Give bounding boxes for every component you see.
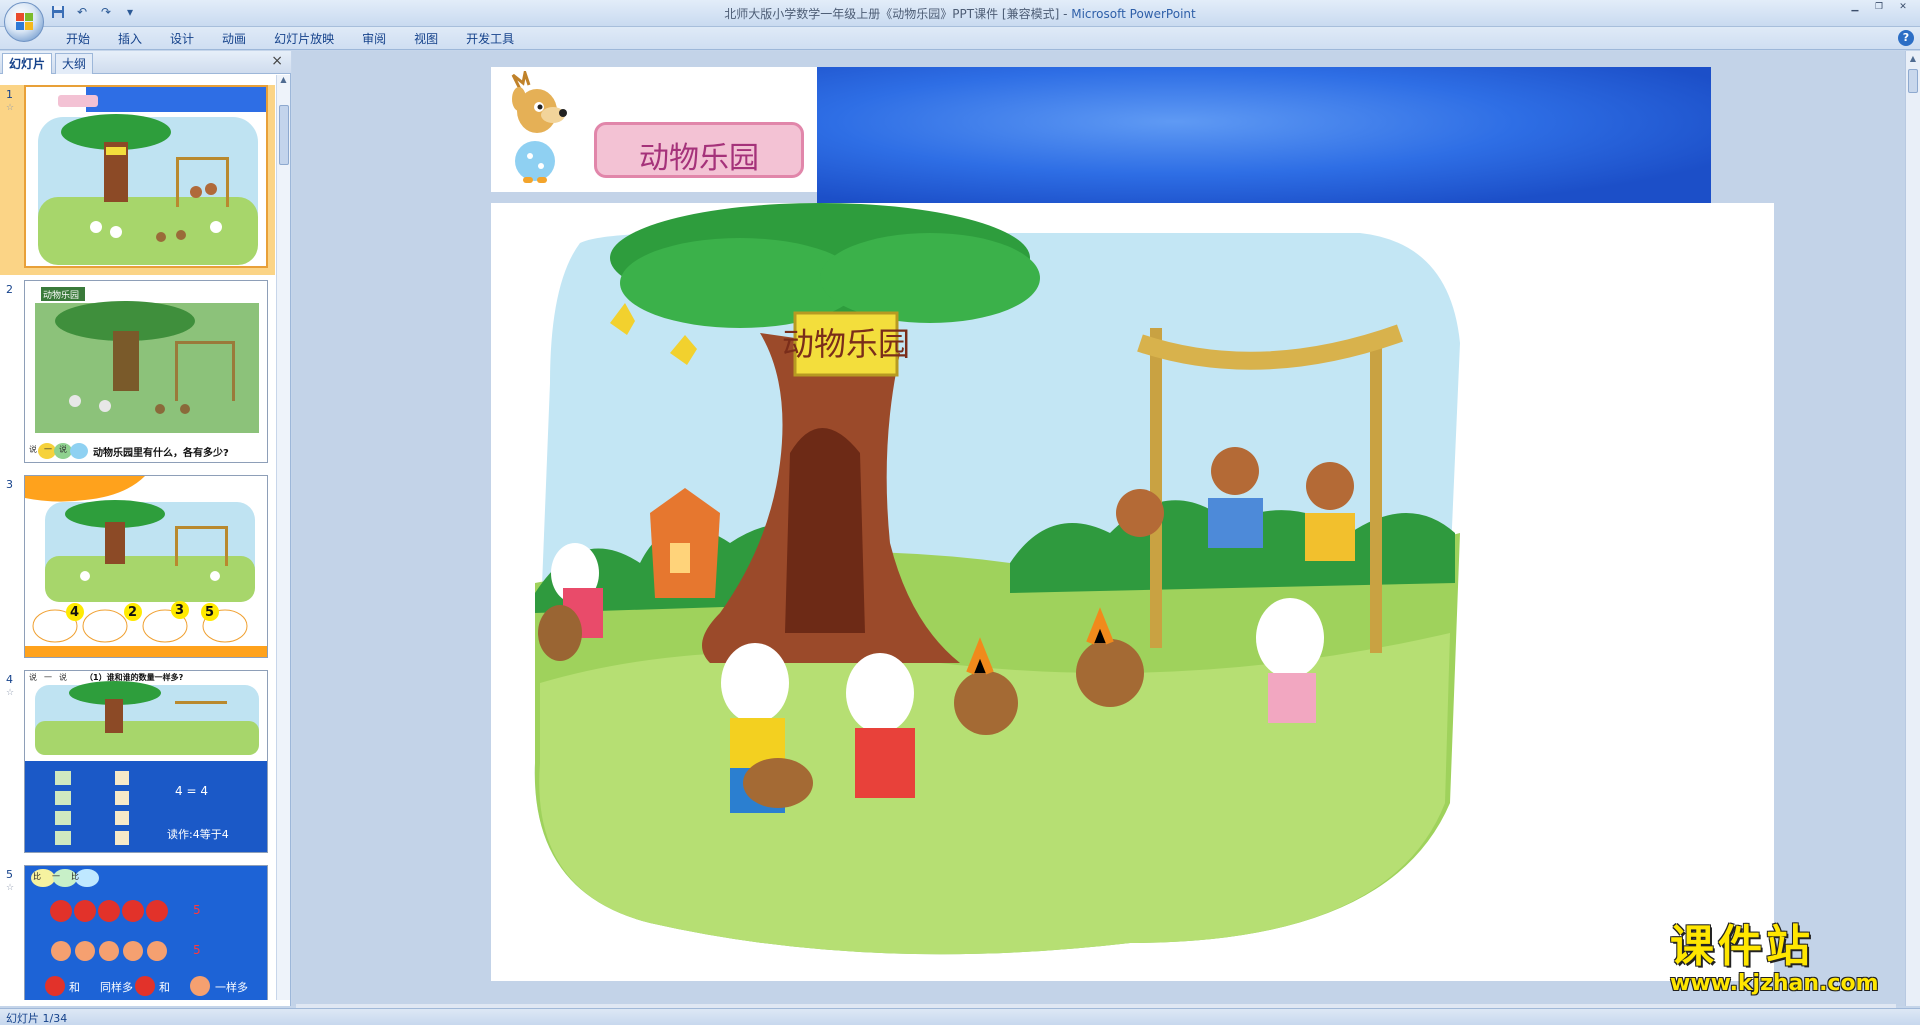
count-monkeys: 3 [175,603,185,618]
thumbnail-badge: 比 一 比 [33,871,79,882]
tab-view[interactable]: 视图 [400,30,452,48]
title-bar: ↶ ↷ ▾ 北师大版小学数学一年级上册《动物乐园》PPT课件 [兼容模式] - … [0,0,1920,27]
count-peaches: 5 [193,943,201,957]
tab-slides[interactable]: 幻灯片 [2,53,53,74]
scroll-up-icon[interactable]: ▲ [1906,51,1920,67]
minimize-icon[interactable]: ▁ [1844,1,1866,13]
slide-title-tag: 动物乐园 [594,122,804,178]
count-carrots: 5 [205,605,215,620]
badge-char: 比 [71,872,79,881]
scroll-up-icon[interactable]: ▲ [277,75,290,89]
help-icon[interactable]: ? [1898,30,1914,46]
watermark: 课件站 www.kjzhan.com [1670,922,1906,1002]
thumbnail-caption: （1）谁和谁的数量一样多? [85,673,184,682]
count-rabbits: 4 [70,605,80,620]
thumbnail-image: （1）谁和谁的数量一样多? 说 一 说 4 = 4 读作:4等于4 [24,670,268,853]
count-birds: 2 [128,605,138,620]
slide-counter: 幻灯片 1/34 [6,1012,68,1025]
scroll-thumb[interactable] [279,105,289,165]
compare-text-2: 同样多 [100,981,133,994]
app-name: Microsoft PowerPoint [1071,7,1196,21]
badge-char: 一 [52,872,60,881]
thumbnail-read: 读作:4等于4 [167,828,229,841]
tab-developer[interactable]: 开发工具 [452,30,528,48]
badge-char: 说 [59,673,67,682]
close-panel-icon[interactable]: × [271,53,283,69]
slide-number: 2 [6,283,13,296]
badge-char: 说 [29,673,37,682]
slide-thumbnail-5[interactable]: 5 ☆ 比 一 比 5 5 和 同样多 和 一样多 [0,865,275,1000]
tab-review[interactable]: 审阅 [348,30,400,48]
slide-thumbnail-3[interactable]: 3 4 2 3 5 [0,475,275,665]
slide-thumbnail-1[interactable]: 1 ☆ [0,85,275,275]
slides-panel: 幻灯片 大纲 × 1 ☆ 2 动物乐园 说 一 说 动物乐园里有什么，各有多少?… [0,51,291,1006]
tab-home[interactable]: 开始 [52,30,104,48]
close-window-icon[interactable]: ✕ [1892,1,1914,13]
badge-char: 一 [44,673,52,682]
window-title: 北师大版小学数学一年级上册《动物乐园》PPT课件 [兼容模式] - Micros… [0,5,1920,22]
vertical-scrollbar[interactable]: ▲ [1905,51,1920,1006]
thumbnail-image: 动物乐园 说 一 说 动物乐园里有什么，各有多少? [24,280,268,463]
panel-tabs: 幻灯片 大纲 × [0,51,291,74]
zoo-scene-illustration: 动物乐园 [490,203,1575,955]
ribbon-tab-bar: 开始 插入 设计 动画 幻灯片放映 审阅 视图 开发工具 ? [0,27,1920,50]
compare-text-4: 一样多 [215,981,248,994]
thumbnail-badge: 说 一 说 [29,444,67,455]
slide-header: 动物乐园 [491,67,817,192]
animation-star-icon: ☆ [6,688,15,698]
slide-number: 5 [6,868,13,881]
thumbnail-tag: 动物乐园 [43,291,80,301]
tab-outline[interactable]: 大纲 [55,53,94,74]
slide-number: 3 [6,478,13,491]
slide-number: 4 [6,673,13,686]
restore-icon[interactable]: ❐ [1868,1,1890,13]
scroll-thumb[interactable] [1908,69,1918,93]
thumbnail-caption: 动物乐园里有什么，各有多少? [93,448,229,459]
office-logo-icon [16,13,34,31]
slide-blue-banner [817,67,1711,204]
document-title: 北师大版小学数学一年级上册《动物乐园》PPT课件 [兼容模式] - [724,7,1072,21]
slide-title: 动物乐园 [639,141,759,176]
ribbon-tabs: 开始 插入 设计 动画 幻灯片放映 审阅 视图 开发工具 [52,30,528,48]
watermark-url: www.kjzhan.com [1670,971,1879,996]
tab-insert[interactable]: 插入 [104,30,156,48]
animation-star-icon: ☆ [6,883,15,893]
slide-thumbnails: 1 ☆ 2 动物乐园 说 一 说 动物乐园里有什么，各有多少? 3 4 2 3 … [0,75,275,1000]
badge-char: 比 [33,872,41,881]
badge-char: 说 [59,445,67,454]
thumbnail-image: 比 一 比 5 5 和 同样多 和 一样多 [24,865,268,1000]
badge-char: 说 [29,445,37,454]
scene-svg: 动物乐园 [534,203,1460,955]
slide-number: 1 [6,88,13,101]
thumbnail-image [24,85,268,268]
count-apples: 5 [193,903,201,917]
compare-text-3: 和 [159,981,170,994]
tree-sign: 动物乐园 [782,325,910,363]
compare-text-1: 和 [69,981,80,994]
tab-animations[interactable]: 动画 [208,30,260,48]
tab-slideshow[interactable]: 幻灯片放映 [260,30,348,48]
thumbnail-equation: 4 = 4 [175,784,208,798]
window-controls: ▁ ❐ ✕ [1844,1,1914,13]
slide-thumbnail-4[interactable]: 4 ☆ （1）谁和谁的数量一样多? 说 一 说 4 = 4 读作:4等于4 [0,670,275,860]
watermark-brand: 课件站 [1670,921,1814,972]
thumbnails-scrollbar[interactable]: ▲ [276,75,290,1000]
slide-thumbnail-2[interactable]: 2 动物乐园 说 一 说 动物乐园里有什么，各有多少? [0,280,275,470]
status-bar: 幻灯片 1/34 [0,1008,1920,1025]
thumbnail-badge: 说 一 说 [29,672,67,683]
badge-char: 一 [44,445,52,454]
thumbnail-image: 4 2 3 5 [24,475,268,658]
deer-mascot-icon [511,71,567,183]
tab-design[interactable]: 设计 [156,30,208,48]
animation-star-icon: ☆ [6,103,15,113]
office-button[interactable] [4,2,44,42]
